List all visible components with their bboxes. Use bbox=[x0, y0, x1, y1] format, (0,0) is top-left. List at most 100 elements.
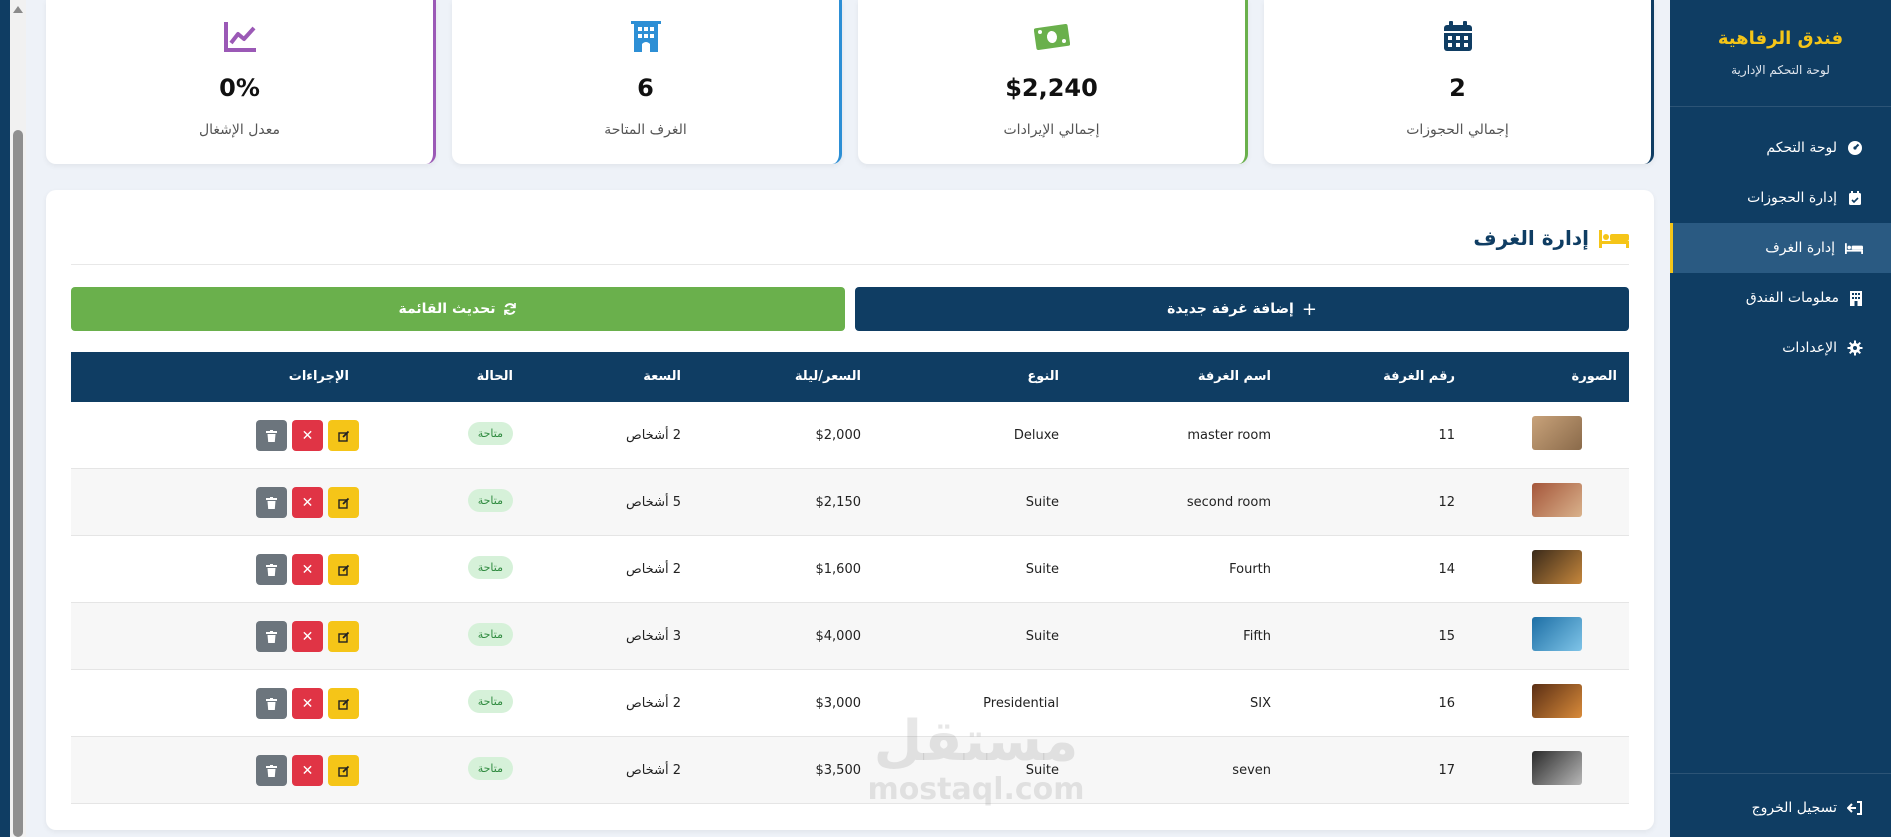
status-badge: متاحة bbox=[467, 556, 513, 579]
edit-icon bbox=[337, 430, 349, 442]
edit-button[interactable] bbox=[328, 420, 359, 451]
room-number: 12 bbox=[1438, 495, 1455, 510]
room-thumbnail bbox=[1532, 751, 1582, 785]
room-name: SIX bbox=[1250, 696, 1271, 711]
x-icon: ✕ bbox=[301, 427, 314, 444]
brand: فندق الرفاهية لوحة التحكم الإدارية bbox=[1670, 28, 1891, 77]
trash-icon bbox=[266, 697, 277, 710]
cancel-room-button[interactable]: ✕ bbox=[292, 755, 323, 786]
room-price: $1,600 bbox=[815, 562, 862, 577]
col-header-status: الحالة bbox=[476, 369, 513, 384]
edit-button[interactable] bbox=[328, 554, 359, 585]
room-number: 16 bbox=[1438, 696, 1455, 711]
sidebar-item-hotel-info[interactable]: معلومات الفندق bbox=[1670, 273, 1891, 323]
room-thumbnail bbox=[1532, 617, 1582, 651]
trash-icon bbox=[266, 563, 277, 576]
hotel-icon bbox=[630, 21, 661, 52]
room-name: master room bbox=[1187, 428, 1271, 443]
chart-line-icon bbox=[223, 22, 256, 52]
x-icon: ✕ bbox=[301, 695, 314, 712]
cancel-room-button[interactable]: ✕ bbox=[292, 554, 323, 585]
brand-subtitle: لوحة التحكم الإدارية bbox=[1731, 63, 1830, 77]
x-icon: ✕ bbox=[301, 628, 314, 645]
stat-label: معدل الإشغال bbox=[198, 122, 281, 138]
room-price: $4,000 bbox=[815, 629, 862, 644]
status-badge: متاحة bbox=[467, 422, 513, 445]
refresh-list-button[interactable]: تحديث القائمة bbox=[71, 287, 845, 331]
delete-button[interactable] bbox=[256, 621, 287, 652]
trash-icon bbox=[266, 630, 277, 643]
sidebar-item-label: معلومات الفندق bbox=[1745, 290, 1839, 306]
room-type: Suite bbox=[1025, 495, 1059, 510]
table-header: الصورة رقم الغرفة اسم الغرفة النوع السعر… bbox=[71, 352, 1629, 402]
stat-label: إجمالي الإيرادات bbox=[1003, 122, 1100, 138]
building-icon bbox=[1850, 291, 1862, 306]
scroll-up-arrow-icon[interactable] bbox=[13, 6, 23, 13]
stat-card-revenue: $2,240 إجمالي الإيرادات bbox=[858, 0, 1248, 164]
divider bbox=[1670, 106, 1891, 107]
edit-button[interactable] bbox=[328, 621, 359, 652]
stat-value: 2 bbox=[1449, 74, 1466, 102]
room-number: 17 bbox=[1438, 763, 1455, 778]
calendar-icon bbox=[1443, 21, 1472, 51]
delete-button[interactable] bbox=[256, 688, 287, 719]
cancel-room-button[interactable]: ✕ bbox=[292, 420, 323, 451]
col-header-capacity: السعة bbox=[643, 369, 681, 384]
room-price: $2,150 bbox=[815, 495, 862, 510]
col-header-name: اسم الغرفة bbox=[1197, 369, 1271, 384]
room-number: 15 bbox=[1438, 629, 1455, 644]
refresh-list-label: تحديث القائمة bbox=[398, 301, 496, 317]
room-price: $3,000 bbox=[815, 696, 862, 711]
edit-button[interactable] bbox=[328, 755, 359, 786]
delete-button[interactable] bbox=[256, 755, 287, 786]
sidebar-item-dashboard[interactable]: لوحة التحكم bbox=[1670, 123, 1891, 173]
watermark-arabic: مستقل bbox=[873, 709, 1079, 774]
room-capacity: 2 أشخاص bbox=[626, 763, 681, 778]
room-thumbnail bbox=[1532, 684, 1582, 718]
calendar-check-icon bbox=[1849, 191, 1861, 205]
edit-icon bbox=[337, 564, 349, 576]
edit-icon bbox=[337, 631, 349, 643]
status-badge: متاحة bbox=[467, 690, 513, 713]
room-price: $2,000 bbox=[815, 428, 862, 443]
room-type: Suite bbox=[1025, 629, 1059, 644]
divider bbox=[71, 264, 1629, 265]
cancel-room-button[interactable]: ✕ bbox=[292, 688, 323, 719]
trash-icon bbox=[266, 429, 277, 442]
edit-icon bbox=[337, 698, 349, 710]
col-header-actions: الإجراءات bbox=[288, 369, 349, 384]
stat-card-bookings: 2 إجمالي الحجوزات bbox=[1264, 0, 1654, 164]
edit-button[interactable] bbox=[328, 688, 359, 719]
sidebar-item-rooms[interactable]: إدارة الغرف bbox=[1670, 223, 1891, 273]
room-name: Fifth bbox=[1243, 629, 1271, 644]
delete-button[interactable] bbox=[256, 420, 287, 451]
sidebar-item-label: لوحة التحكم bbox=[1766, 140, 1837, 156]
status-badge: متاحة bbox=[467, 623, 513, 646]
sidebar-item-bookings[interactable]: إدارة الحجوزات bbox=[1670, 173, 1891, 223]
edit-button[interactable] bbox=[328, 487, 359, 518]
page-scrollbar[interactable] bbox=[10, 0, 26, 837]
col-header-image: الصورة bbox=[1571, 369, 1617, 384]
stats-row: 2 إجمالي الحجوزات $2,240 إجمالي الإيرادا… bbox=[46, 0, 1654, 166]
stat-card-occupancy: 0% معدل الإشغال bbox=[46, 0, 436, 164]
cancel-room-button[interactable]: ✕ bbox=[292, 621, 323, 652]
delete-button[interactable] bbox=[256, 487, 287, 518]
scroll-thumb[interactable] bbox=[13, 130, 23, 837]
logout-button[interactable]: تسجيل الخروج bbox=[1670, 800, 1891, 816]
delete-button[interactable] bbox=[256, 554, 287, 585]
brand-title: فندق الرفاهية bbox=[1717, 28, 1844, 49]
room-capacity: 2 أشخاص bbox=[626, 428, 681, 443]
col-header-type: النوع bbox=[1027, 369, 1059, 384]
x-icon: ✕ bbox=[301, 494, 314, 511]
table-row: 16 SIX Presidential $3,000 2 أشخاص متاحة ✕ bbox=[71, 670, 1629, 737]
trash-icon bbox=[266, 764, 277, 777]
room-number: 14 bbox=[1438, 562, 1455, 577]
edit-icon bbox=[337, 765, 349, 777]
add-room-button[interactable]: + إضافة غرفة جديدة bbox=[855, 287, 1629, 331]
logout-icon bbox=[1847, 801, 1862, 815]
sidebar-item-settings[interactable]: الإعدادات bbox=[1670, 323, 1891, 373]
cancel-room-button[interactable]: ✕ bbox=[292, 487, 323, 518]
sidebar-item-label: الإعدادات bbox=[1782, 340, 1837, 356]
stat-value: 6 bbox=[637, 74, 654, 102]
x-icon: ✕ bbox=[301, 762, 314, 779]
